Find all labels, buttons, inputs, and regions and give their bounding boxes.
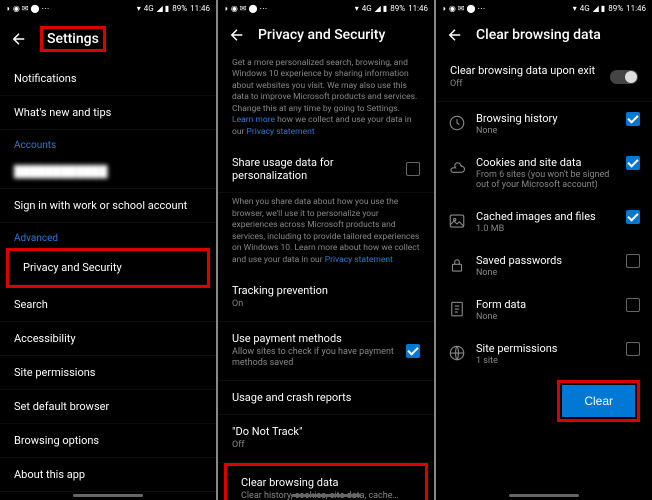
cache-checkbox[interactable] (626, 210, 640, 224)
row-cache[interactable]: Cached images and files1.0 MB (436, 200, 652, 244)
payment-checkbox[interactable] (406, 344, 420, 358)
learn-more-link[interactable]: Learn more (232, 115, 275, 125)
status-bar: ◗ ◉ ✉ ⬤ ⋯ ▾ 4G ◢ ▮89% 11:46 (436, 0, 652, 16)
history-icon (448, 114, 466, 132)
row-site-permissions[interactable]: Site permissions1 site (436, 332, 652, 376)
row-cookies[interactable]: Cookies and site dataFrom 6 sites (you w… (436, 146, 652, 200)
row-privacy[interactable]: Privacy and Security (9, 251, 207, 285)
cookies-checkbox[interactable] (626, 156, 640, 170)
passwords-checkbox[interactable] (626, 254, 640, 268)
row-siteperms[interactable]: Site permissions (0, 356, 216, 390)
history-checkbox[interactable] (626, 112, 640, 126)
page-title: Settings (47, 31, 99, 47)
row-search[interactable]: Search (0, 288, 216, 322)
status-bar: ◗ ◉ ✉ ⬤ ⋯ ▾ 4G ◢ ▮89% 11:46 (218, 0, 434, 16)
gesture-bar (509, 494, 579, 497)
form-icon (448, 300, 466, 318)
privacy-screen: ◗ ◉ ✉ ⬤ ⋯ ▾ 4G ◢ ▮89% 11:46 Privacy and … (218, 0, 434, 500)
row-formdata[interactable]: Form dataNone (436, 288, 652, 332)
personalize-desc: Get a more personalized search, browsing… (218, 54, 434, 146)
row-clear-on-exit[interactable]: Clear browsing data upon exit Off (436, 54, 652, 102)
share-usage-checkbox[interactable] (406, 162, 420, 176)
image-icon (448, 212, 466, 230)
clear-on-exit-toggle[interactable] (610, 70, 638, 84)
siteperms-checkbox[interactable] (626, 342, 640, 356)
page-title: Privacy and Security (258, 27, 385, 43)
row-dnt[interactable]: "Do Not Track" Off (218, 415, 434, 463)
clear-browsing-data-screen: ◗ ◉ ✉ ⬤ ⋯ ▾ 4G ◢ ▮89% 11:46 Clear browsi… (436, 0, 652, 500)
row-defaultbrowser[interactable]: Set default browser (0, 390, 216, 424)
row-signin[interactable]: Sign in with work or school account (0, 189, 216, 223)
settings-screen: ◗ ◉ ✉ ⬤ ⋯ ▾ 4G ◢ ▮89% 11:46 Settings Not… (0, 0, 216, 500)
lock-icon (448, 256, 466, 274)
gesture-bar (73, 494, 143, 497)
row-account[interactable]: ████████████ (0, 155, 216, 189)
row-browsing-history[interactable]: Browsing historyNone (436, 102, 652, 146)
row-notifications[interactable]: Notifications (0, 62, 216, 96)
row-about[interactable]: About this app (0, 458, 216, 492)
gesture-bar (291, 494, 361, 497)
row-passwords[interactable]: Saved passwordsNone (436, 244, 652, 288)
page-title: Clear browsing data (476, 27, 601, 43)
row-tracking[interactable]: Tracking prevention On (218, 274, 434, 322)
privacy-statement-link[interactable]: Privacy statement (247, 127, 315, 137)
formdata-checkbox[interactable] (626, 298, 640, 312)
row-usage-crash[interactable]: Usage and crash reports (218, 381, 434, 415)
share-desc: When you share data about how you use th… (218, 193, 434, 274)
row-browsing[interactable]: Browsing options (0, 424, 216, 458)
privacy-statement-link-2[interactable]: Privacy statement (325, 255, 393, 265)
clear-button[interactable]: Clear (562, 385, 635, 417)
status-bar: ◗ ◉ ✉ ⬤ ⋯ ▾ 4G ◢ ▮89% 11:46 (0, 0, 216, 16)
section-accounts: Accounts (0, 130, 216, 155)
back-icon[interactable] (446, 26, 464, 44)
row-accessibility[interactable]: Accessibility (0, 322, 216, 356)
back-icon[interactable] (10, 30, 28, 48)
globe-icon (448, 344, 466, 362)
row-whatsnew[interactable]: What's new and tips (0, 96, 216, 130)
row-payment[interactable]: Use payment methods Allow sites to check… (218, 322, 434, 381)
section-advanced: Advanced (0, 223, 216, 248)
row-share-usage[interactable]: Share usage data for personalization (218, 146, 434, 193)
back-icon[interactable] (228, 26, 246, 44)
cloud-icon (448, 158, 466, 176)
